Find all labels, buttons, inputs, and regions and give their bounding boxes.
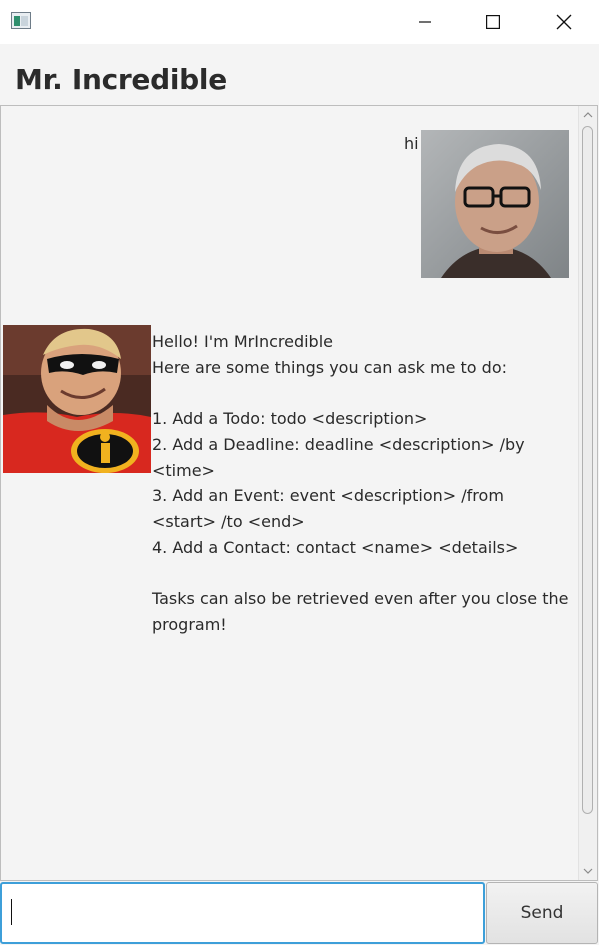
message-input[interactable]: [0, 882, 485, 944]
mr-incredible-avatar: [3, 325, 151, 473]
close-icon[interactable]: [541, 0, 587, 44]
send-button[interactable]: Send: [486, 882, 598, 944]
app-window-icon: [11, 12, 31, 29]
minimize-icon[interactable]: [402, 0, 448, 44]
text-caret: [11, 899, 12, 925]
user-message-text: hi: [404, 134, 419, 153]
title-bar: [0, 0, 599, 44]
page-title: Mr. Incredible: [15, 63, 227, 96]
scroll-down-icon[interactable]: [583, 866, 593, 876]
vertical-scrollbar[interactable]: [578, 106, 597, 880]
scrollbar-thumb[interactable]: [582, 126, 593, 814]
scroll-up-icon[interactable]: [583, 110, 593, 120]
bot-message-text: Hello! I'm MrIncredible Here are some th…: [152, 332, 569, 634]
maximize-icon[interactable]: [470, 0, 516, 44]
user-avatar: [421, 130, 569, 278]
